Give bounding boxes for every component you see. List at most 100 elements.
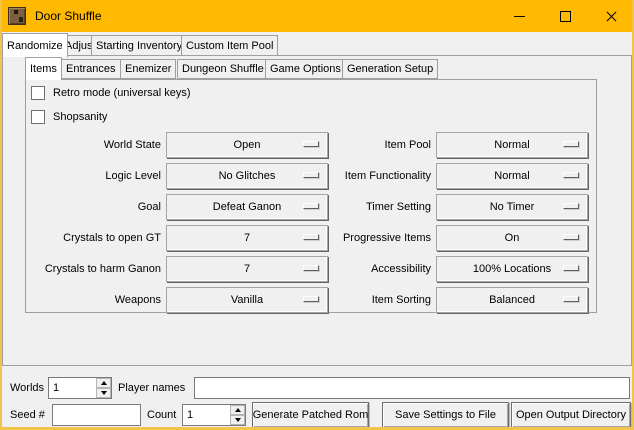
world-state-dropdown[interactable]: Open bbox=[166, 132, 328, 158]
crystals-harm-ganon-label: Crystals to harm Ganon bbox=[26, 256, 161, 282]
save-settings-button[interactable]: Save Settings to File bbox=[382, 402, 509, 428]
tab-dungeon-shuffle-label: Dungeon Shuffle bbox=[182, 63, 264, 75]
save-settings-label: Save Settings to File bbox=[395, 409, 496, 421]
worlds-spinner bbox=[48, 377, 112, 399]
item-sorting-dropdown[interactable]: Balanced bbox=[436, 287, 588, 313]
goal-value: Defeat Ganon bbox=[213, 201, 282, 213]
close-button[interactable] bbox=[588, 0, 634, 32]
count-up-button[interactable] bbox=[230, 405, 245, 415]
down-arrow-icon bbox=[235, 418, 241, 422]
timer-setting-label: Timer Setting bbox=[326, 194, 431, 220]
worlds-up-button[interactable] bbox=[96, 378, 111, 388]
player-names-input[interactable] bbox=[194, 377, 630, 399]
retro-mode-checkbox[interactable]: Retro mode (universal keys) bbox=[31, 86, 191, 100]
maximize-button[interactable] bbox=[542, 0, 588, 32]
generate-patched-rom-button[interactable]: Generate Patched Rom bbox=[252, 402, 369, 428]
retro-mode-label: Retro mode (universal keys) bbox=[53, 87, 191, 99]
dropdown-indicator-icon bbox=[563, 172, 579, 178]
retro-mode-checkbox-box bbox=[31, 86, 45, 100]
window-title: Door Shuffle bbox=[35, 9, 102, 23]
item-pool-dropdown[interactable]: Normal bbox=[436, 132, 588, 158]
seed-input[interactable] bbox=[52, 404, 141, 426]
accessibility-value: 100% Locations bbox=[473, 263, 551, 275]
item-pool-label: Item Pool bbox=[326, 132, 431, 158]
tab-custom-item-pool[interactable]: Custom Item Pool bbox=[181, 35, 278, 56]
weapons-label: Weapons bbox=[26, 287, 161, 313]
tab-items-label: Items bbox=[30, 63, 57, 75]
dropdown-indicator-icon bbox=[303, 234, 319, 240]
player-names-label: Player names bbox=[118, 377, 185, 399]
progressive-items-value: On bbox=[505, 232, 520, 244]
logic-level-dropdown[interactable]: No Glitches bbox=[166, 163, 328, 189]
tab-items[interactable]: Items bbox=[25, 57, 62, 80]
crystals-harm-ganon-dropdown[interactable]: 7 bbox=[166, 256, 328, 282]
tab-starting-inventory-label: Starting Inventory bbox=[96, 40, 182, 52]
worlds-input[interactable] bbox=[49, 378, 96, 398]
timer-setting-dropdown[interactable]: No Timer bbox=[436, 194, 588, 220]
tab-dungeon-shuffle[interactable]: Dungeon Shuffle bbox=[177, 59, 269, 79]
logic-level-value: No Glitches bbox=[219, 170, 276, 182]
title-bar: Door Shuffle bbox=[0, 0, 634, 32]
world-state-value: Open bbox=[234, 139, 261, 151]
tab-enemizer[interactable]: Enemizer bbox=[120, 59, 176, 79]
tab-generation-setup-label: Generation Setup bbox=[347, 63, 433, 75]
crystals-open-gt-dropdown[interactable]: 7 bbox=[166, 225, 328, 251]
count-label: Count bbox=[147, 402, 176, 428]
crystals-open-gt-value: 7 bbox=[244, 232, 250, 244]
dropdown-indicator-icon bbox=[303, 141, 319, 147]
maximize-icon bbox=[560, 11, 571, 22]
crystals-open-gt-label: Crystals to open GT bbox=[26, 225, 161, 251]
count-spinner bbox=[182, 404, 246, 426]
dropdown-indicator-icon bbox=[303, 172, 319, 178]
weapons-dropdown[interactable]: Vanilla bbox=[166, 287, 328, 313]
dropdown-indicator-icon bbox=[303, 296, 319, 302]
tab-randomize[interactable]: Randomize bbox=[2, 33, 68, 57]
tab-game-options[interactable]: Game Options bbox=[265, 59, 346, 79]
dropdown-indicator-icon bbox=[563, 265, 579, 271]
up-arrow-icon bbox=[101, 381, 107, 385]
item-functionality-label: Item Functionality bbox=[326, 163, 431, 189]
dropdown-indicator-icon bbox=[303, 203, 319, 209]
item-sorting-label: Item Sorting bbox=[326, 287, 431, 313]
open-output-directory-button[interactable]: Open Output Directory bbox=[511, 402, 631, 428]
shopsanity-label: Shopsanity bbox=[53, 111, 107, 123]
goal-label: Goal bbox=[26, 194, 161, 220]
accessibility-dropdown[interactable]: 100% Locations bbox=[436, 256, 588, 282]
down-arrow-icon bbox=[101, 391, 107, 395]
generate-patched-rom-label: Generate Patched Rom bbox=[253, 409, 369, 421]
minimize-button[interactable] bbox=[496, 0, 542, 32]
app-icon bbox=[8, 7, 26, 25]
dropdown-indicator-icon bbox=[563, 296, 579, 302]
dropdown-indicator-icon bbox=[563, 141, 579, 147]
shopsanity-checkbox-box bbox=[31, 110, 45, 124]
count-input[interactable] bbox=[183, 405, 230, 425]
progressive-items-label: Progressive Items bbox=[326, 225, 431, 251]
close-icon bbox=[606, 11, 617, 22]
seed-label: Seed # bbox=[10, 402, 45, 428]
weapons-value: Vanilla bbox=[231, 294, 263, 306]
minimize-icon bbox=[514, 16, 525, 17]
count-down-button[interactable] bbox=[230, 415, 245, 425]
tab-starting-inventory[interactable]: Starting Inventory bbox=[91, 35, 187, 56]
worlds-label: Worlds bbox=[10, 377, 44, 399]
tab-generation-setup[interactable]: Generation Setup bbox=[342, 59, 438, 79]
dropdown-indicator-icon bbox=[563, 203, 579, 209]
item-functionality-dropdown[interactable]: Normal bbox=[436, 163, 588, 189]
dropdown-indicator-icon bbox=[303, 265, 319, 271]
tab-entrances[interactable]: Entrances bbox=[61, 59, 121, 79]
tab-custom-item-pool-label: Custom Item Pool bbox=[186, 40, 273, 52]
tab-game-options-label: Game Options bbox=[270, 63, 341, 75]
item-sorting-value: Balanced bbox=[489, 294, 535, 306]
world-state-label: World State bbox=[26, 132, 161, 158]
tab-entrances-label: Entrances bbox=[66, 63, 116, 75]
open-output-directory-label: Open Output Directory bbox=[516, 409, 626, 421]
timer-setting-value: No Timer bbox=[490, 201, 535, 213]
accessibility-label: Accessibility bbox=[326, 256, 431, 282]
crystals-harm-ganon-value: 7 bbox=[244, 263, 250, 275]
goal-dropdown[interactable]: Defeat Ganon bbox=[166, 194, 328, 220]
shopsanity-checkbox[interactable]: Shopsanity bbox=[31, 110, 107, 124]
worlds-down-button[interactable] bbox=[96, 388, 111, 398]
up-arrow-icon bbox=[235, 408, 241, 412]
door-shuffle-window: Door Shuffle Randomize Adjust Starting I… bbox=[0, 0, 634, 430]
progressive-items-dropdown[interactable]: On bbox=[436, 225, 588, 251]
